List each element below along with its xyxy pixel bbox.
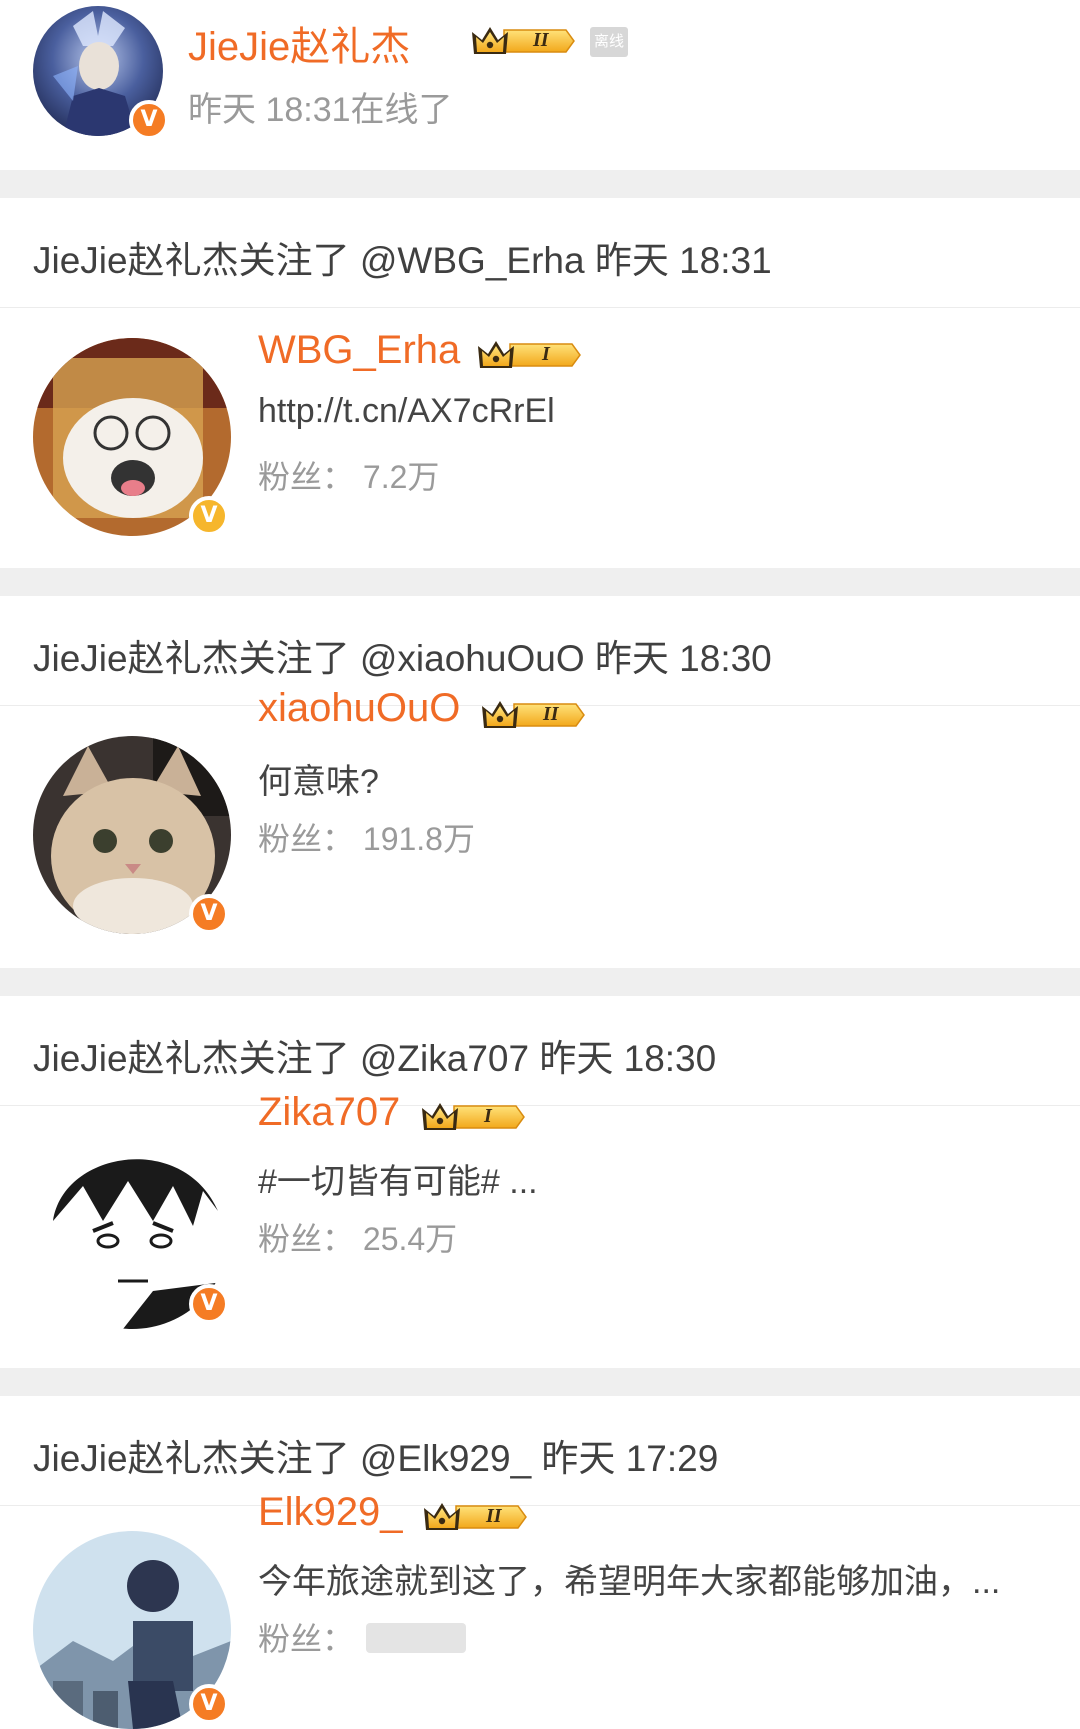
- divider: [0, 568, 1080, 596]
- follow-event-text[interactable]: JieJie赵礼杰关注了 @WBG_Erha 昨天 18:31: [33, 230, 772, 284]
- user-name[interactable]: Zika707: [258, 1090, 400, 1135]
- offline-badge: 离线: [590, 27, 628, 57]
- user-name[interactable]: Elk929_: [258, 1490, 403, 1535]
- crown-level-icon: [480, 698, 588, 732]
- follow-event-header: JieJie赵礼杰关注了 @Zika707 昨天 18:30: [0, 996, 1080, 1106]
- profile-header: V JieJie赵礼杰 II 离线 昨天 18:31在线了: [0, 0, 1080, 170]
- level-text: II: [533, 29, 549, 51]
- user-name[interactable]: WBG_Erha: [258, 328, 460, 373]
- fans-count: 粉丝： 7.2万: [258, 459, 440, 495]
- follow-event-header: JieJie赵礼杰关注了 @Elk929_ 昨天 17:29: [0, 1396, 1080, 1506]
- divider: [0, 170, 1080, 198]
- verified-icon: V: [129, 100, 169, 140]
- last-online-text: 昨天 18:31在线了: [188, 91, 453, 129]
- verified-icon: V: [189, 1684, 229, 1724]
- user-bio[interactable]: 今年旅途就到这了，希望明年大家都能够加油，...: [258, 1554, 1000, 1603]
- user-card[interactable]: V Zika707 I #一切皆有可能# ... 粉丝： 25.4万: [0, 1090, 1080, 1368]
- user-card[interactable]: V WBG_Erha I http://t.cn/AX7cRrEl 粉丝： 7.…: [0, 308, 1080, 568]
- user-name[interactable]: xiaohuOuO: [258, 686, 460, 731]
- crown-level-icon: [420, 1100, 528, 1134]
- level-text: I: [542, 343, 550, 365]
- follow-event-header: JieJie赵礼杰关注了 @WBG_Erha 昨天 18:31: [0, 198, 1080, 308]
- user-bio[interactable]: http://t.cn/AX7cRrEl: [258, 392, 555, 431]
- level-text: II: [486, 1505, 502, 1527]
- user-card[interactable]: V xiaohuOuO II 何意味? 粉丝： 191.8万: [0, 686, 1080, 968]
- level-text: II: [543, 703, 559, 725]
- follow-event-text[interactable]: JieJie赵礼杰关注了 @xiaohuOuO 昨天 18:30: [33, 628, 772, 682]
- fans-count: 粉丝：: [258, 1621, 355, 1657]
- verified-icon: V: [189, 894, 229, 934]
- follow-event-text[interactable]: JieJie赵礼杰关注了 @Zika707 昨天 18:30: [33, 1028, 716, 1082]
- divider: [0, 968, 1080, 996]
- fans-count: 粉丝： 191.8万: [258, 821, 475, 857]
- user-bio[interactable]: 何意味?: [258, 754, 379, 803]
- follow-event-header: JieJie赵礼杰关注了 @xiaohuOuO 昨天 18:30: [0, 596, 1080, 706]
- verified-icon: V: [189, 1284, 229, 1324]
- crown-level-icon: [476, 338, 584, 372]
- crown-level-icon: [422, 1500, 530, 1534]
- redacted-fans-value: [366, 1623, 466, 1653]
- fans-count: 粉丝： 25.4万: [258, 1221, 458, 1257]
- follow-event-text[interactable]: JieJie赵礼杰关注了 @Elk929_ 昨天 17:29: [33, 1428, 718, 1482]
- divider: [0, 1368, 1080, 1396]
- crown-level-icon: [470, 24, 578, 58]
- user-card[interactable]: V Elk929_ II 今年旅途就到这了，希望明年大家都能够加油，... 粉丝…: [0, 1490, 1080, 1729]
- profile-name[interactable]: JieJie赵礼杰: [188, 14, 410, 72]
- verified-icon: V: [189, 496, 229, 536]
- level-text: I: [484, 1105, 492, 1127]
- user-bio[interactable]: #一切皆有可能# ...: [258, 1154, 538, 1203]
